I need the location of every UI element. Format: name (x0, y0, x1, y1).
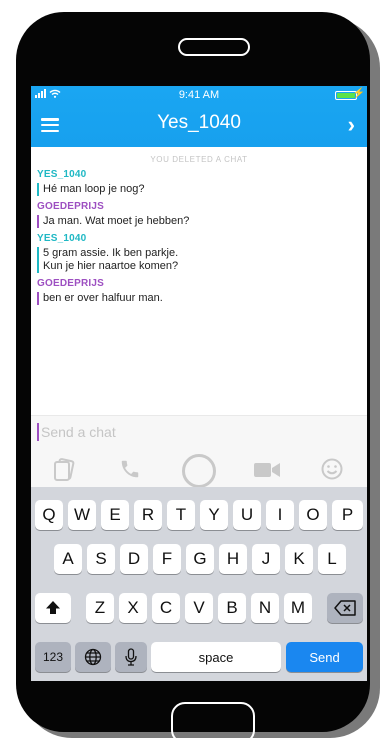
message-sender: YES_1040 (37, 233, 87, 244)
chat-title: Yes_1040 (157, 112, 241, 133)
key-f[interactable]: F (153, 544, 181, 574)
speaker (178, 38, 250, 56)
send-key[interactable]: Send (286, 642, 363, 672)
message-item: YES_1040 Hé man loop je nog? (37, 169, 367, 196)
key-y[interactable]: Y (200, 500, 228, 530)
video-camera-icon[interactable] (254, 462, 280, 483)
chat-header: 9:41 AM ⚡ Yes_1040 › (31, 86, 367, 147)
backspace-icon (334, 600, 356, 616)
numbers-key[interactable]: 123 (35, 642, 71, 672)
message-text: Hé man loop je nog? (37, 183, 367, 196)
capture-button[interactable] (182, 454, 216, 488)
key-d[interactable]: D (120, 544, 148, 574)
system-note: YOU DELETED A CHAT (150, 155, 248, 164)
key-t[interactable]: T (167, 500, 195, 530)
phone-screen: 9:41 AM ⚡ Yes_1040 › YOU DELETED A CHAT … (31, 86, 367, 681)
key-c[interactable]: C (152, 593, 180, 623)
message-text: Ja man. Wat moet je hebben? (37, 215, 367, 228)
key-q[interactable]: Q (35, 500, 63, 530)
chat-actions (31, 452, 367, 488)
key-s[interactable]: S (87, 544, 115, 574)
globe-icon (84, 648, 102, 666)
microphone-icon (125, 648, 137, 666)
key-n[interactable]: N (251, 593, 279, 623)
key-v[interactable]: V (185, 593, 213, 623)
key-g[interactable]: G (186, 544, 214, 574)
phone-icon[interactable] (119, 458, 141, 485)
key-p[interactable]: P (332, 500, 363, 530)
key-o[interactable]: O (299, 500, 327, 530)
message-item: GOEDEPRIJS ben er over halfuur man. (37, 278, 367, 305)
status-bar: 9:41 AM ⚡ (31, 86, 367, 104)
globe-key[interactable] (75, 642, 111, 672)
sticker-icon[interactable] (53, 458, 75, 487)
message-sender: GOEDEPRIJS (37, 201, 105, 212)
emoji-icon[interactable] (321, 458, 343, 485)
shift-key[interactable] (35, 593, 71, 623)
key-x[interactable]: X (119, 593, 147, 623)
backspace-key[interactable] (327, 593, 363, 623)
chat-input[interactable] (41, 424, 341, 440)
key-j[interactable]: J (252, 544, 280, 574)
key-i[interactable]: I (266, 500, 294, 530)
message-sender: YES_1040 (37, 169, 87, 180)
key-m[interactable]: M (284, 593, 312, 623)
chevron-right-icon[interactable]: › (348, 112, 355, 138)
text-caret (37, 423, 39, 441)
key-w[interactable]: W (68, 500, 96, 530)
message-list: YOU DELETED A CHAT YES_1040 Hé man loop … (31, 147, 367, 415)
shift-icon (46, 601, 60, 614)
message-item: GOEDEPRIJS Ja man. Wat moet je hebben? (37, 201, 367, 228)
home-button[interactable] (171, 702, 255, 740)
status-time: 9:41 AM (178, 89, 220, 101)
key-a[interactable]: A (54, 544, 82, 574)
message-item: YES_1040 5 gram assie. Ik ben parkje. Ku… (37, 233, 367, 273)
composer (31, 415, 367, 488)
message-text: 5 gram assie. Ik ben parkje. Kun je hier… (37, 247, 367, 273)
charging-icon: ⚡ (352, 88, 365, 99)
key-z[interactable]: Z (86, 593, 114, 623)
key-e[interactable]: E (101, 500, 129, 530)
key-h[interactable]: H (219, 544, 247, 574)
key-u[interactable]: U (233, 500, 261, 530)
nav-row: Yes_1040 › (31, 108, 367, 142)
key-b[interactable]: B (218, 593, 246, 623)
key-l[interactable]: L (318, 544, 346, 574)
message-text: ben er over halfuur man. (37, 292, 367, 305)
microphone-key[interactable] (115, 642, 147, 672)
chat-input-row (37, 422, 357, 442)
space-key[interactable]: space (151, 642, 281, 672)
keyboard: Q W E R T Y U I O P A S D F G H J K L Z … (31, 487, 367, 681)
key-k[interactable]: K (285, 544, 313, 574)
key-r[interactable]: R (134, 500, 162, 530)
message-sender: GOEDEPRIJS (37, 278, 105, 289)
